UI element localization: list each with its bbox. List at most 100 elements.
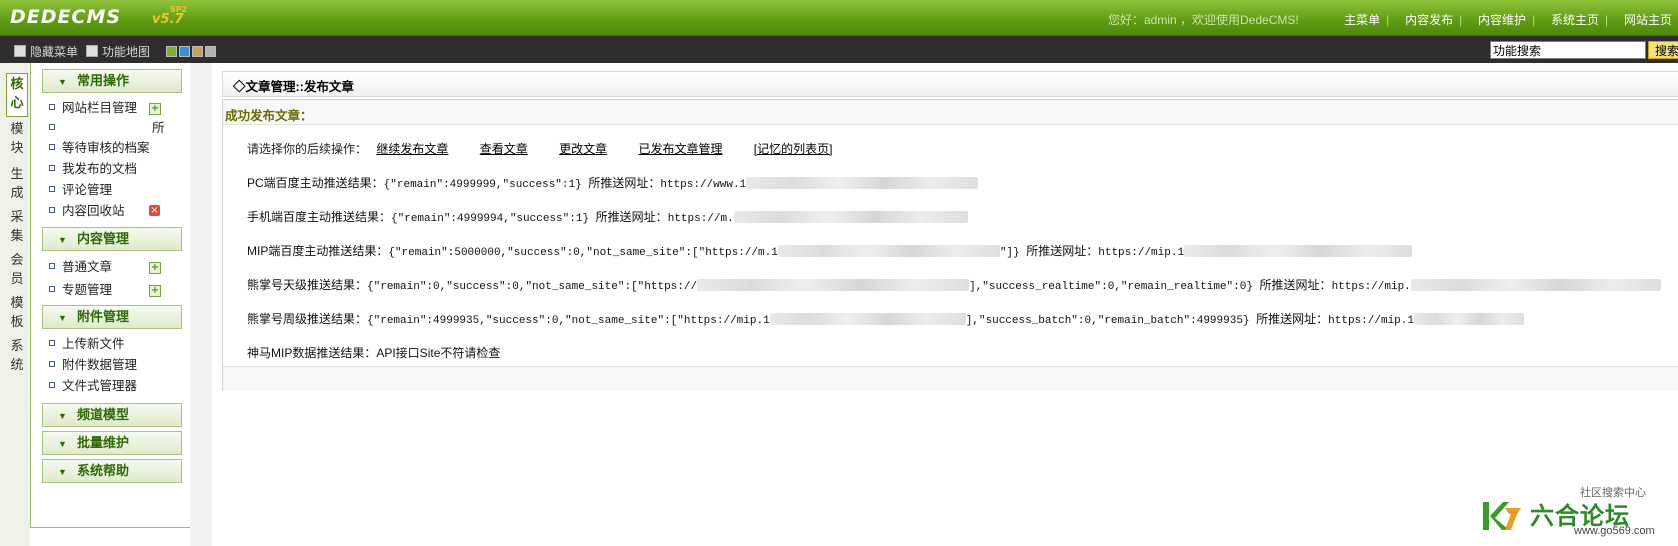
redacted-blur (1410, 279, 1661, 291)
result-label: MIP端百度主动推送结果： (247, 244, 389, 258)
next-actions: 请选择你的后续操作： 继续发布文章 查看文章 更改文章 已发布文章管理 [记忆的… (247, 140, 832, 157)
group-batch-maintain[interactable]: ▼ 批量维护 (42, 431, 182, 455)
push-result-shenma: 神马MIP数据推送结果：API接口Site不符请检查 (247, 344, 500, 361)
group-title: 附件管理 (77, 309, 130, 324)
add-topic-icon[interactable]: + (149, 285, 161, 297)
group-channel-models[interactable]: ▼ 频道模型 (42, 403, 182, 427)
remembered-list-link[interactable]: [记忆的列表页] (754, 142, 833, 156)
result-value: {"remain":4999994,"success":1} (391, 213, 590, 225)
hide-menu-button[interactable]: 隐藏菜单 (14, 43, 78, 60)
group-system-help[interactable]: ▼ 系统帮助 (42, 459, 182, 483)
published-manage-link[interactable]: 已发布文章管理 (638, 142, 722, 156)
tab-system[interactable]: 系统 (6, 335, 28, 379)
menu-item-my-docs[interactable]: 我发布的文档 (49, 160, 137, 178)
url-label: 所推送网址： (1256, 312, 1329, 326)
redacted-blur (777, 245, 1000, 257)
push-result-pc: PC端百度主动推送结果：{"remain":4999999,"success":… (247, 174, 979, 191)
tab-generate[interactable]: 生成 (6, 163, 28, 207)
bullet-icon (49, 340, 55, 346)
chevron-down-icon: ▼ (58, 77, 67, 87)
skin-green-swatch[interactable] (166, 46, 177, 57)
nav-separator: | (1605, 13, 1609, 27)
skin-tan-swatch[interactable] (192, 46, 203, 57)
tab-templates[interactable]: 模板 (6, 292, 28, 336)
add-category-icon[interactable]: + (149, 103, 161, 115)
menu-item-upload-file[interactable]: 上传新文件 (49, 335, 125, 353)
recycle-clear-icon[interactable]: × (149, 205, 160, 216)
result-value: {"remain":4999935,"success":0,"not_same_… (367, 315, 770, 327)
menu-item-file-manager[interactable]: 文件式管理器 (49, 377, 137, 395)
continue-publish-link[interactable]: 继续发布文章 (376, 142, 448, 156)
tab-collect[interactable]: 采集 (6, 206, 28, 250)
nav-separator: | (1386, 13, 1390, 27)
menu-item-recycle-bin[interactable]: 内容回收站 (49, 202, 125, 220)
bullet-icon (49, 263, 55, 269)
chevron-down-icon: ▼ (58, 467, 67, 477)
redacted-blur (1414, 313, 1524, 325)
bullet-icon (49, 124, 55, 130)
function-map-button[interactable]: 功能地图 (86, 43, 150, 60)
menu-item-label: 等待审核的档案 (62, 141, 150, 155)
function-search-input[interactable] (1490, 41, 1646, 59)
menu-item-pending-review[interactable]: 等待审核的档案 (49, 139, 150, 157)
hide-menu-label: 隐藏菜单 (30, 45, 79, 59)
group-title: 系统帮助 (77, 463, 130, 478)
menu-item-attachment-data[interactable]: 附件数据管理 (49, 356, 137, 374)
url-label: 所推送网址： (588, 176, 661, 190)
view-article-link[interactable]: 查看文章 (480, 142, 528, 156)
group-common-ops[interactable]: ▼ 常用操作 (42, 69, 182, 93)
url-label: 所推送网址： (1259, 278, 1332, 292)
result-value: {"remain":5000000,"success":0,"not_same_… (388, 247, 778, 259)
redacted-blur (746, 177, 979, 189)
result-label: 熊掌号周级推送结果： (247, 312, 368, 326)
left-menu: ▼ 常用操作 网站栏目管理 + 所 等待审核的档案 我发布的文档 评论管理 内容回… (30, 63, 191, 528)
nav-main-menu[interactable]: 主菜单 (1344, 13, 1380, 27)
result-value-tail: ],"success_realtime":0,"remain_realtime"… (969, 281, 1253, 293)
redacted-blur (733, 211, 968, 223)
nav-site-home[interactable]: 网站主页 (1624, 13, 1672, 27)
menu-item-label: 我发布的文档 (62, 162, 138, 176)
chevron-down-icon: ▼ (58, 313, 67, 323)
chevron-down-icon: ▼ (58, 439, 67, 449)
tab-core[interactable]: 核心 (6, 73, 28, 117)
tab-modules[interactable]: 模块 (6, 118, 28, 162)
url-label: 所推送网址： (1026, 244, 1099, 258)
menu-item-label: 附件数据管理 (62, 358, 138, 372)
nav-content-publish[interactable]: 内容发布 (1405, 13, 1453, 27)
result-value-tail: ],"success_batch":0,"remain_batch":49999… (965, 315, 1250, 327)
chevron-down-icon: ▼ (58, 411, 67, 421)
top-header: DEDECMS v5.7 SP2 您好：admin ，欢迎使用DedeCMS! … (0, 0, 1678, 35)
bullet-icon (49, 286, 55, 292)
result-value-tail: "]} (999, 247, 1020, 259)
toolbar: 隐藏菜单 功能地图 (0, 35, 1678, 64)
menu-item-label: 网站栏目管理 (62, 101, 138, 115)
menu-item-all[interactable]: 所 (49, 119, 165, 137)
menu-item-topics[interactable]: 专题管理 (49, 281, 112, 299)
result-value: {"remain":4999999,"success":1} (383, 179, 582, 191)
edit-article-link[interactable]: 更改文章 (559, 142, 607, 156)
result-panel: 成功发布文章： 请选择你的后续操作： 继续发布文章 查看文章 更改文章 已发布文… (222, 99, 1678, 391)
chevron-down-icon: ▼ (58, 235, 67, 245)
menu-item-comments[interactable]: 评论管理 (49, 181, 112, 199)
pushed-url: https://www.1 (660, 179, 747, 191)
skin-blue-swatch[interactable] (179, 46, 190, 57)
nav-content-maintain[interactable]: 内容维护 (1478, 13, 1526, 27)
nav-system-home[interactable]: 系统主页 (1551, 13, 1599, 27)
skin-gray-swatch[interactable] (205, 46, 216, 57)
version-label: v5.7 (152, 12, 184, 27)
add-article-icon[interactable]: + (149, 262, 161, 274)
menu-item-articles[interactable]: 普通文章 (49, 258, 112, 276)
search-button[interactable]: 搜索 (1648, 41, 1678, 59)
choose-label: 请选择你的后续操作： (247, 142, 368, 156)
tab-members[interactable]: 会员 (6, 249, 28, 293)
group-content-manage[interactable]: ▼ 内容管理 (42, 227, 182, 251)
grid-map-icon (86, 45, 98, 57)
menu-item-label: 普通文章 (62, 260, 113, 274)
menu-item-label: 评论管理 (62, 183, 113, 197)
menu-item-category-manage[interactable]: 网站栏目管理 (49, 99, 137, 117)
result-label: 熊掌号天级推送结果： (247, 278, 368, 292)
group-attachments[interactable]: ▼ 附件管理 (42, 305, 182, 329)
menu-item-label: 文件式管理器 (62, 379, 138, 393)
function-map-label: 功能地图 (102, 45, 151, 59)
redacted-blur (697, 279, 970, 291)
